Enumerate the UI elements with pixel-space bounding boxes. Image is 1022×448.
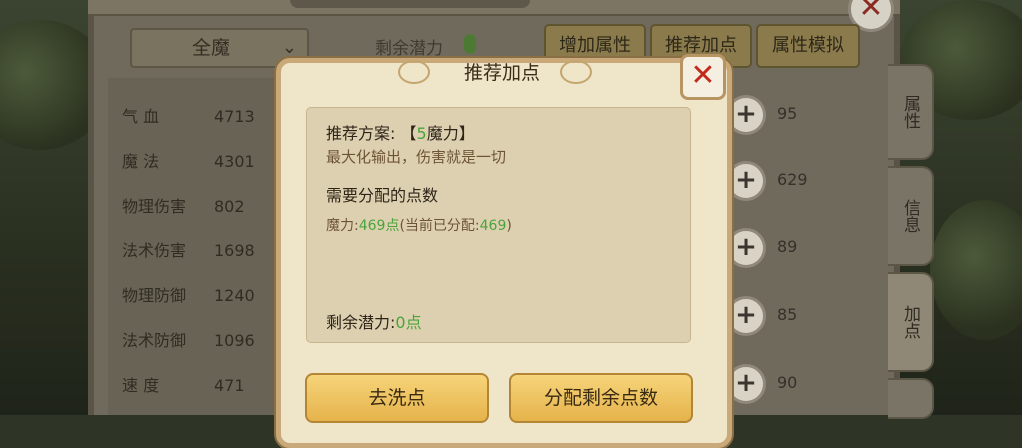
stat-row: 物理防御 1240: [122, 282, 255, 306]
plan-name: 魔力】: [426, 124, 475, 143]
plan-label: 推荐方案:: [326, 124, 396, 143]
stat-name: 魔 法: [122, 152, 160, 171]
need-attr: 魔力:: [326, 218, 359, 234]
dialog-title: 推荐加点: [463, 62, 540, 84]
stat-value: 471: [214, 376, 245, 395]
stat-row: 物理伤害 802: [122, 193, 245, 217]
plus-icon[interactable]: +: [726, 296, 766, 336]
remaining-label: 剩余潜力:: [326, 313, 396, 332]
tab-attributes[interactable]: 属性: [888, 64, 934, 160]
stat-name: 法术防御: [122, 331, 187, 350]
stat-row: 速 度 471: [122, 372, 245, 396]
stat-row: 气 血 4713: [122, 103, 255, 127]
need-line: 魔力:469点(当前已分配:469): [326, 215, 512, 235]
plus-icon[interactable]: +: [726, 161, 766, 201]
plan-description: 最大化输出，伤害就是一切: [326, 148, 507, 166]
close-icon[interactable]: ✕: [680, 54, 726, 100]
remaining-potential-label: 剩余潜力: [375, 39, 443, 59]
plan-bracket: 【: [400, 124, 417, 143]
plan-number: 5: [416, 124, 427, 143]
need-current-label: (当前已分配:: [399, 218, 480, 234]
stat-name: 物理伤害: [122, 197, 187, 216]
remaining-line: 剩余潜力:0点: [326, 309, 422, 333]
potential-icon: [464, 34, 476, 54]
plus-icon[interactable]: +: [726, 95, 766, 135]
plan-line: 推荐方案: 【5魔力】: [326, 120, 475, 144]
stat-row: 法术伤害 1698: [122, 237, 255, 261]
tab-info[interactable]: 信息: [888, 166, 934, 266]
remaining-value: 0点: [395, 313, 422, 332]
stat-name: 速 度: [122, 376, 160, 395]
need-current: 469: [479, 218, 507, 234]
need-label: 需要分配的点数: [326, 186, 439, 205]
plus-icon[interactable]: +: [726, 228, 766, 268]
attribute-value: 85: [777, 305, 798, 324]
wash-points-button[interactable]: 去洗点: [305, 373, 489, 423]
attribute-value: 95: [777, 104, 798, 123]
stat-value: 4713: [214, 107, 255, 126]
stat-value: 1096: [214, 331, 255, 350]
attribute-simulate-button[interactable]: 属性模拟: [756, 24, 860, 68]
stat-name: 法术伤害: [122, 241, 187, 260]
stat-value: 1698: [214, 241, 255, 260]
attribute-value: 89: [777, 237, 798, 256]
need-points: 469点: [358, 218, 400, 234]
assign-remaining-button[interactable]: 分配剩余点数: [509, 373, 693, 423]
stat-name: 气 血: [122, 107, 160, 126]
panel-top-slot: [290, 0, 530, 8]
attribute-value: 90: [777, 373, 798, 392]
tab-more[interactable]: [888, 378, 934, 419]
plus-icon[interactable]: +: [726, 364, 766, 404]
stat-value: 4301: [214, 152, 255, 171]
dropdown-value: 全魔: [192, 37, 231, 59]
stat-row: 法术防御 1096: [122, 327, 255, 351]
tab-add-points[interactable]: 加点: [888, 272, 934, 372]
stat-row: 魔 法 4301: [122, 148, 255, 172]
stat-name: 物理防御: [122, 286, 187, 305]
attribute-value: 629: [777, 170, 808, 189]
stat-value: 802: [214, 197, 245, 216]
need-suffix: ): [506, 218, 512, 234]
stat-value: 1240: [214, 286, 255, 305]
